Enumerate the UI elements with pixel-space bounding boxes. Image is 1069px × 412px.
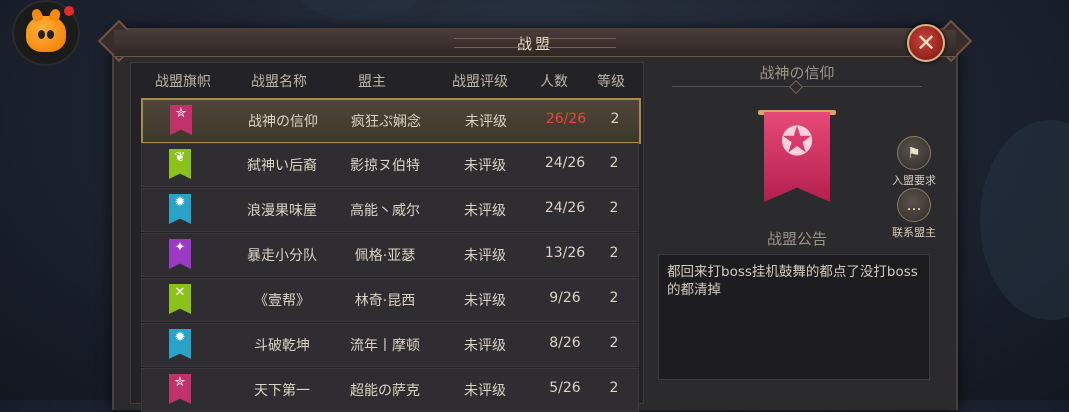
leader-cell: 高能丶威尔 (350, 203, 420, 219)
guild-row[interactable]: ✮ 战神の信仰 疯狂ぷ娴念 未评级 26/26 2 (141, 98, 641, 144)
members-cell: 13/26 (544, 245, 586, 261)
leaf-flag-icon: ❦ (169, 149, 191, 179)
leader-cell: 流年丨摩顿 (350, 338, 420, 354)
guild-row[interactable]: ✕ 《壹帮》 林奇·昆西 未评级 9/26 2 (141, 278, 639, 322)
mascot-icon (26, 16, 66, 52)
header-members: 人数 (540, 74, 568, 90)
header-flag: 战盟旗帜 (155, 74, 211, 90)
header-level: 等级 (597, 74, 625, 90)
rating-cell: 未评级 (464, 293, 506, 309)
guild-detail: 战神の信仰 ✪ ⚑ 入盟要求 … 联系盟主 战盟公告 都回来打boss挂机鼓舞的… (648, 62, 946, 402)
rating-cell: 未评级 (464, 248, 506, 264)
level-cell: 2 (609, 290, 619, 306)
leader-cell: 疯狂ぷ娴念 (351, 114, 421, 130)
members-cell: 26/26 (545, 111, 587, 127)
level-cell: 2 (609, 155, 619, 171)
members-cell: 24/26 (544, 200, 586, 216)
members-cell: 8/26 (549, 335, 581, 351)
close-button[interactable]: ✕ (907, 24, 945, 62)
gem-flag-icon: ✹ (169, 194, 191, 224)
background-rock (980, 120, 1069, 320)
level-cell: 2 (609, 380, 619, 396)
guild-row[interactable]: ✹ 浪漫果味屋 高能丶威尔 未评级 24/26 2 (141, 188, 639, 232)
header-rating: 战盟评级 (452, 74, 508, 90)
rating-cell: 未评级 (464, 158, 506, 174)
chat-bubble-icon: … (897, 188, 931, 222)
background-rock (300, 0, 420, 20)
guild-list: 战盟旗帜 战盟名称 盟主 战盟评级 人数 等级 ✮ 战神の信仰 疯狂ぷ娴念 未评级 26… (130, 62, 644, 412)
guild-name-cell: 《壹帮》 (254, 293, 310, 309)
leader-cell: 佩格·亚瑟 (354, 248, 416, 264)
star-flag-icon: ✮ (170, 105, 192, 135)
join-requirements-label: 入盟要求 (892, 174, 936, 187)
swords-flag-icon: ✕ (169, 284, 191, 314)
rating-cell: 未评级 (465, 114, 507, 130)
guild-row[interactable]: ✦ 暴走小分队 佩格·亚瑟 未评级 13/26 2 (141, 233, 639, 277)
header-name: 战盟名称 (251, 74, 307, 90)
level-cell: 2 (609, 335, 619, 351)
members-cell: 9/26 (549, 290, 581, 306)
close-icon: ✕ (915, 29, 937, 57)
header-leader: 盟主 (358, 74, 386, 90)
guild-row[interactable]: ✮ 天下第一 超能の萨克 未评级 5/26 2 (141, 368, 639, 412)
app-logo-icon[interactable] (14, 2, 78, 64)
level-cell: 2 (610, 111, 620, 127)
leader-cell: 林奇·昆西 (354, 293, 416, 309)
panel-title-bar: 战盟 (114, 30, 956, 57)
level-cell: 2 (609, 200, 619, 216)
guild-name-cell: 暴走小分队 (247, 248, 317, 264)
guild-name-cell: 斗破乾坤 (254, 338, 310, 354)
star-banner-icon: ✪ (764, 112, 830, 202)
rating-cell: 未评级 (464, 338, 506, 354)
guild-name-cell: 天下第一 (254, 383, 310, 399)
members-cell: 24/26 (544, 155, 586, 171)
guild-name-cell: 浪漫果味屋 (247, 203, 317, 219)
guild-name-cell: 战神の信仰 (248, 114, 318, 130)
swirl-flag-icon: ✦ (169, 239, 191, 269)
guild-row[interactable]: ❦ 弑神い后裔 影掠ヌ伯特 未评级 24/26 2 (141, 143, 639, 187)
selected-guild-name: 战神の信仰 (759, 64, 835, 82)
members-cell: 5/26 (549, 380, 581, 396)
list-header: 战盟旗帜 战盟名称 盟主 战盟评级 人数 等级 (131, 71, 643, 91)
guild-row[interactable]: ✹ 斗破乾坤 流年丨摩顿 未评级 8/26 2 (141, 323, 639, 367)
notice-text: 都回来打boss挂机鼓舞的都点了没打boss的都清掉 (658, 254, 930, 380)
guild-name-cell: 弑神い后裔 (247, 158, 317, 174)
flag-icon: ⚑ (897, 136, 931, 170)
notice-title: 战盟公告 (766, 230, 827, 248)
level-cell: 2 (609, 245, 619, 261)
join-requirements-button[interactable]: ⚑ 入盟要求 (886, 136, 942, 188)
leader-cell: 影掠ヌ伯特 (350, 158, 420, 174)
rating-cell: 未评级 (464, 203, 506, 219)
notification-dot (64, 6, 74, 16)
gem-flag-icon: ✹ (169, 329, 191, 359)
rating-cell: 未评级 (464, 383, 506, 399)
leader-cell: 超能の萨克 (350, 383, 420, 399)
